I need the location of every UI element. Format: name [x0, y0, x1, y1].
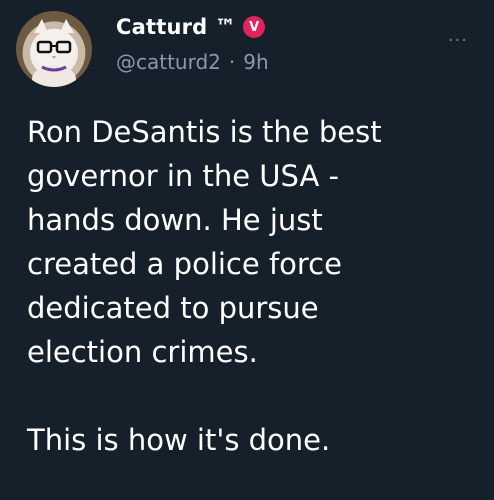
separator-dot: ·: [228, 50, 236, 74]
display-name[interactable]: Catturd ™: [116, 15, 236, 39]
avatar[interactable]: [16, 11, 92, 87]
author-name-row[interactable]: Catturd ™ V: [116, 15, 266, 39]
more-options-icon[interactable]: ···: [448, 30, 468, 51]
cat-avatar-icon: [32, 19, 76, 87]
handle-row: @catturd2 · 9h: [116, 50, 269, 74]
tweet-text: Ron DeSantis is the best governor in the…: [27, 115, 382, 457]
verified-badge-icon: V: [243, 16, 266, 38]
timestamp[interactable]: 9h: [243, 50, 268, 74]
username-handle[interactable]: @catturd2: [116, 50, 221, 74]
